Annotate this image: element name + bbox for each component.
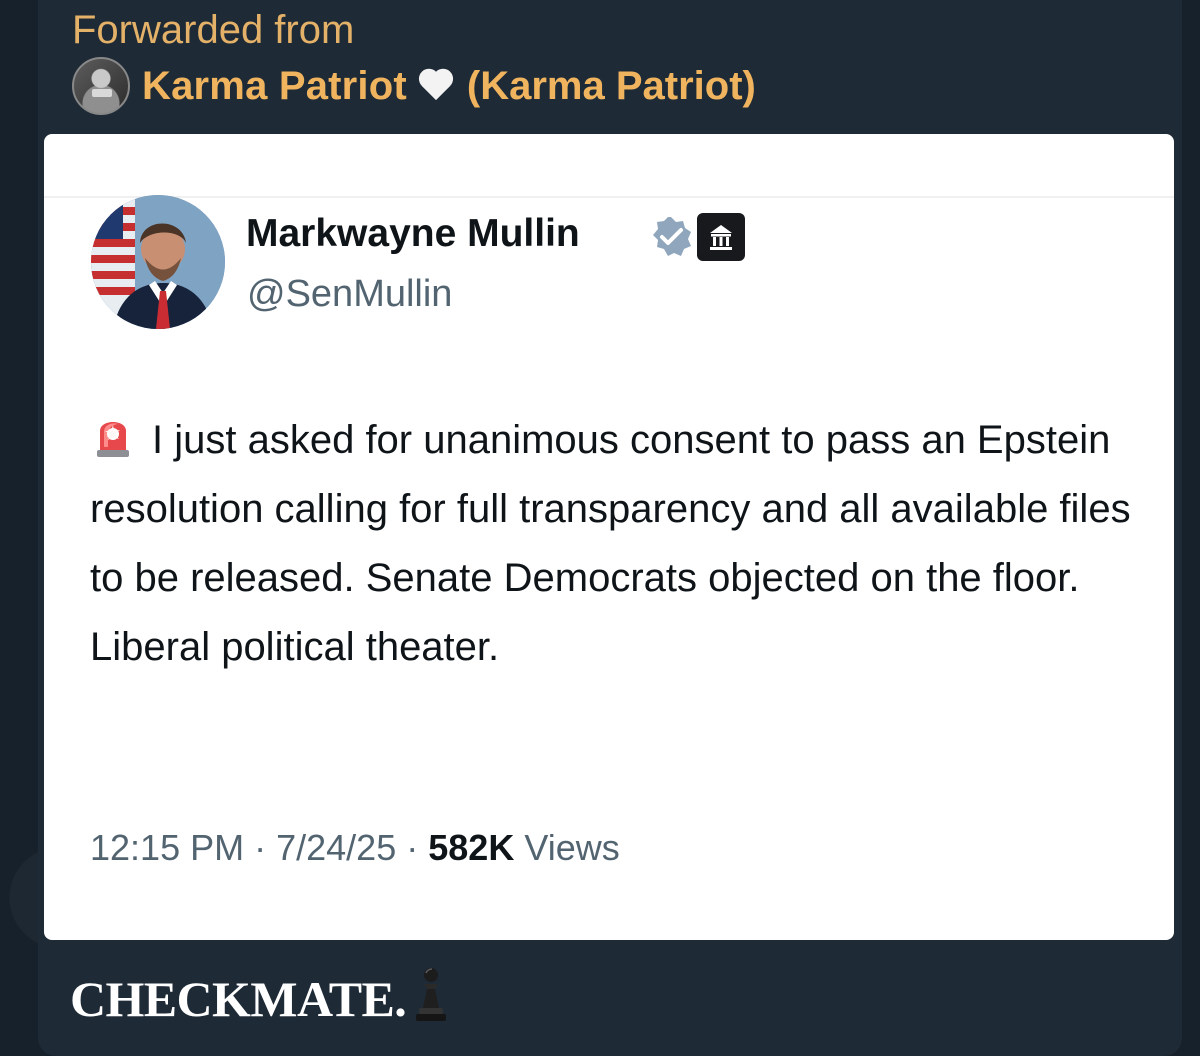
message-caption: CHECKMATE. — [70, 965, 450, 1029]
forward-source[interactable]: Karma Patriot (Karma Patriot) — [72, 56, 756, 116]
meta-separator: · — [254, 827, 277, 868]
tweet-metadata: 12:15 PM · 7/24/25 · 582K Views — [90, 820, 620, 876]
tweet-body: I just asked for unanimous consent to pa… — [90, 418, 1131, 669]
pawn-icon — [416, 968, 447, 1021]
tweet-screenshot[interactable]: Markwayne Mullin @SenMullin I just asked… — [44, 134, 1174, 940]
card-divider — [44, 196, 1174, 198]
source-avatar[interactable] — [72, 57, 130, 115]
source-handle[interactable]: (Karma Patriot) — [467, 60, 756, 112]
forward-header[interactable]: Forwarded from Karma Patriot (Karma Patr… — [72, 4, 756, 116]
tweet-date[interactable]: 7/24/25 — [276, 827, 396, 868]
white-heart-icon — [417, 69, 455, 103]
tweet-time[interactable]: 12:15 PM — [90, 827, 244, 868]
forward-label: Forwarded from — [72, 8, 355, 52]
government-building-icon — [697, 213, 745, 261]
meta-separator: · — [406, 827, 429, 868]
views-count: 582K — [428, 827, 515, 868]
caption-text: CHECKMATE. — [70, 971, 407, 1027]
views-label: Views — [524, 827, 620, 868]
author-avatar — [91, 195, 225, 329]
tweet-text: I just asked for unanimous consent to pa… — [90, 406, 1150, 682]
siren-icon — [97, 422, 129, 457]
verified-badge-icon — [653, 217, 691, 256]
source-name[interactable]: Karma Patriot — [142, 60, 407, 112]
author-name[interactable]: Markwayne Mullin — [246, 206, 580, 262]
author-handle[interactable]: @SenMullin — [247, 266, 452, 322]
